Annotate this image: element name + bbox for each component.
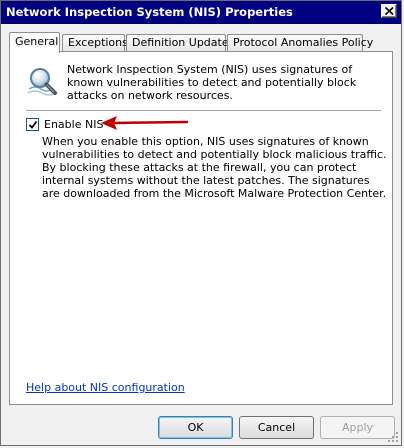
red-arrow-icon — [101, 116, 189, 130]
tab-label: General — [15, 35, 59, 48]
tab-label: Definition Updates — [132, 36, 235, 49]
enable-nis-label[interactable]: Enable NIS — [44, 118, 103, 132]
ok-button[interactable]: OK — [158, 416, 233, 439]
tab-general[interactable]: General — [9, 32, 60, 53]
separator — [26, 110, 381, 112]
window-title: Network Inspection System (NIS) Properti… — [6, 5, 293, 19]
checkmark-icon — [28, 120, 38, 129]
cancel-button[interactable]: Cancel — [239, 416, 314, 439]
close-button[interactable] — [381, 4, 397, 18]
enable-nis-description: When you enable this option, NIS uses si… — [42, 135, 387, 200]
help-link[interactable]: Help about NIS configuration — [26, 381, 185, 394]
properties-dialog: Network Inspection System (NIS) Properti… — [0, 0, 402, 446]
magnifier-inspection-icon — [27, 68, 57, 96]
tab-exceptions[interactable]: Exceptions — [62, 34, 128, 52]
close-icon — [385, 7, 394, 15]
intro-description: Network Inspection System (NIS) uses sig… — [67, 63, 357, 102]
tab-label: Exceptions — [68, 36, 128, 49]
apply-button[interactable]: Apply — [320, 416, 395, 439]
resize-grip-icon[interactable] — [387, 431, 399, 443]
tab-definition-updates[interactable]: Definition Updates — [126, 34, 234, 52]
tab-label: Protocol Anomalies Policy — [233, 36, 374, 49]
title-bar[interactable]: Network Inspection System (NIS) Properti… — [1, 1, 401, 24]
general-tab-panel: Network Inspection System (NIS) uses sig… — [9, 51, 393, 405]
enable-nis-checkbox[interactable] — [26, 118, 39, 131]
tab-protocol-anomalies-policy[interactable]: Protocol Anomalies Policy — [227, 34, 373, 52]
